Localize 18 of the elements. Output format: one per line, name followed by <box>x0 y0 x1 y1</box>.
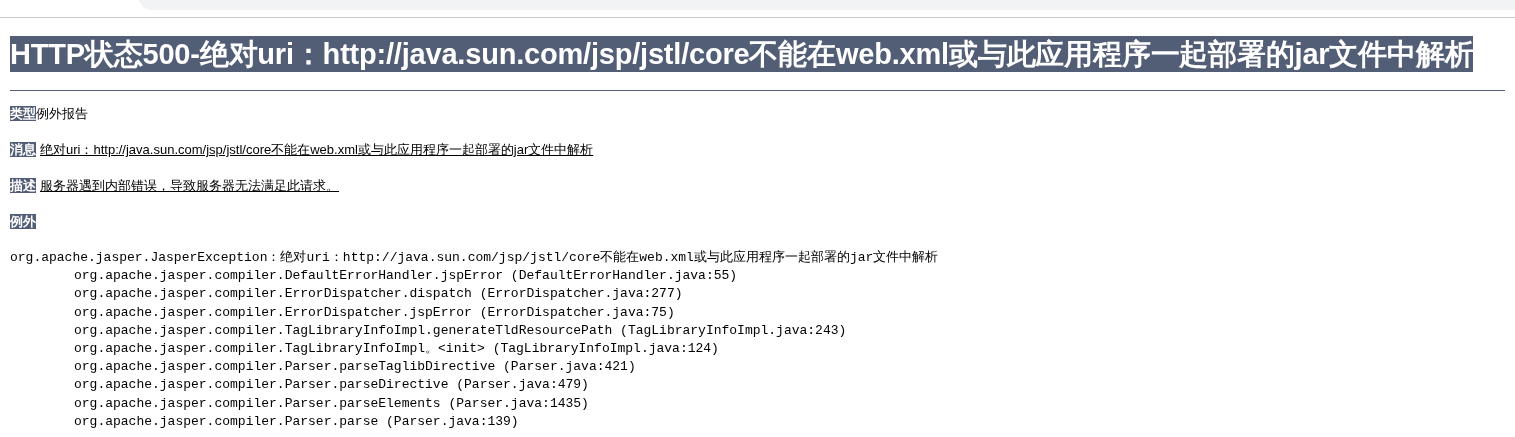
stack-frame: org.apache.jasper.compiler.Parser.parseTaglibDirective (Parser.java:421) <box>10 358 1505 377</box>
field-value: 例外报告 <box>36 106 88 121</box>
stack-frame: org.apache.jasper.compiler.Parser.parse (Parser.java:139) <box>10 412 1505 432</box>
field-label: 消息 <box>10 142 36 157</box>
stack-frame: org.apache.jasper.compiler.Parser.parseElements (Parser.java:1435) <box>10 394 1505 413</box>
stack-frame: org.apache.jasper.compiler.ErrorDispatcher.jspError (ErrorDispatcher.java:75) <box>10 303 1505 322</box>
field-value: 绝对uri：http://java.sun.com/jsp/jstl/core不能在web.xml或与此应用程序一起部署的jar文件中解析 <box>40 142 594 157</box>
field-label: 例外 <box>10 214 36 229</box>
field-label: 类型 <box>10 106 36 121</box>
page-heading: HTTP状态500-绝对uri：http://java.sun.com/jsp/jstl/core不能在web.xml或与此应用程序一起部署的jar文件中解析 <box>10 36 1474 72</box>
stack-frame: org.apache.jasper.compiler.Parser.parseDirective (Parser.java:479) <box>10 376 1505 395</box>
field-label: 描述 <box>10 178 36 193</box>
exception-line: org.apache.jasper.JasperException：绝对uri：http://java.sun.com/jsp/jstl/core不能在web.xml或与此应用程序一起部署的jar文件中解析 <box>10 249 940 267</box>
stack-frame: org.apache.jasper.compiler.TagLibraryInfoImpl。<init> (TagLibraryInfoImpl.java:124) <box>10 340 1505 359</box>
stack-frame: org.apache.jasper.compiler.TagLibraryInfoImpl.generateTldResourcePath (TagLibraryInfoImpl.java:243) <box>10 321 1505 340</box>
stack-frame: org.apache.jasper.compiler.ErrorDispatcher.dispatch (ErrorDispatcher.java:277) <box>10 285 1505 304</box>
stack-frame: org.apache.jasper.compiler.DefaultErrorHandler.jspError (DefaultErrorHandler.java:55) <box>10 267 1505 286</box>
field-value: 服务器遇到内部错误，导致服务器无法满足此请求。 <box>40 178 339 193</box>
